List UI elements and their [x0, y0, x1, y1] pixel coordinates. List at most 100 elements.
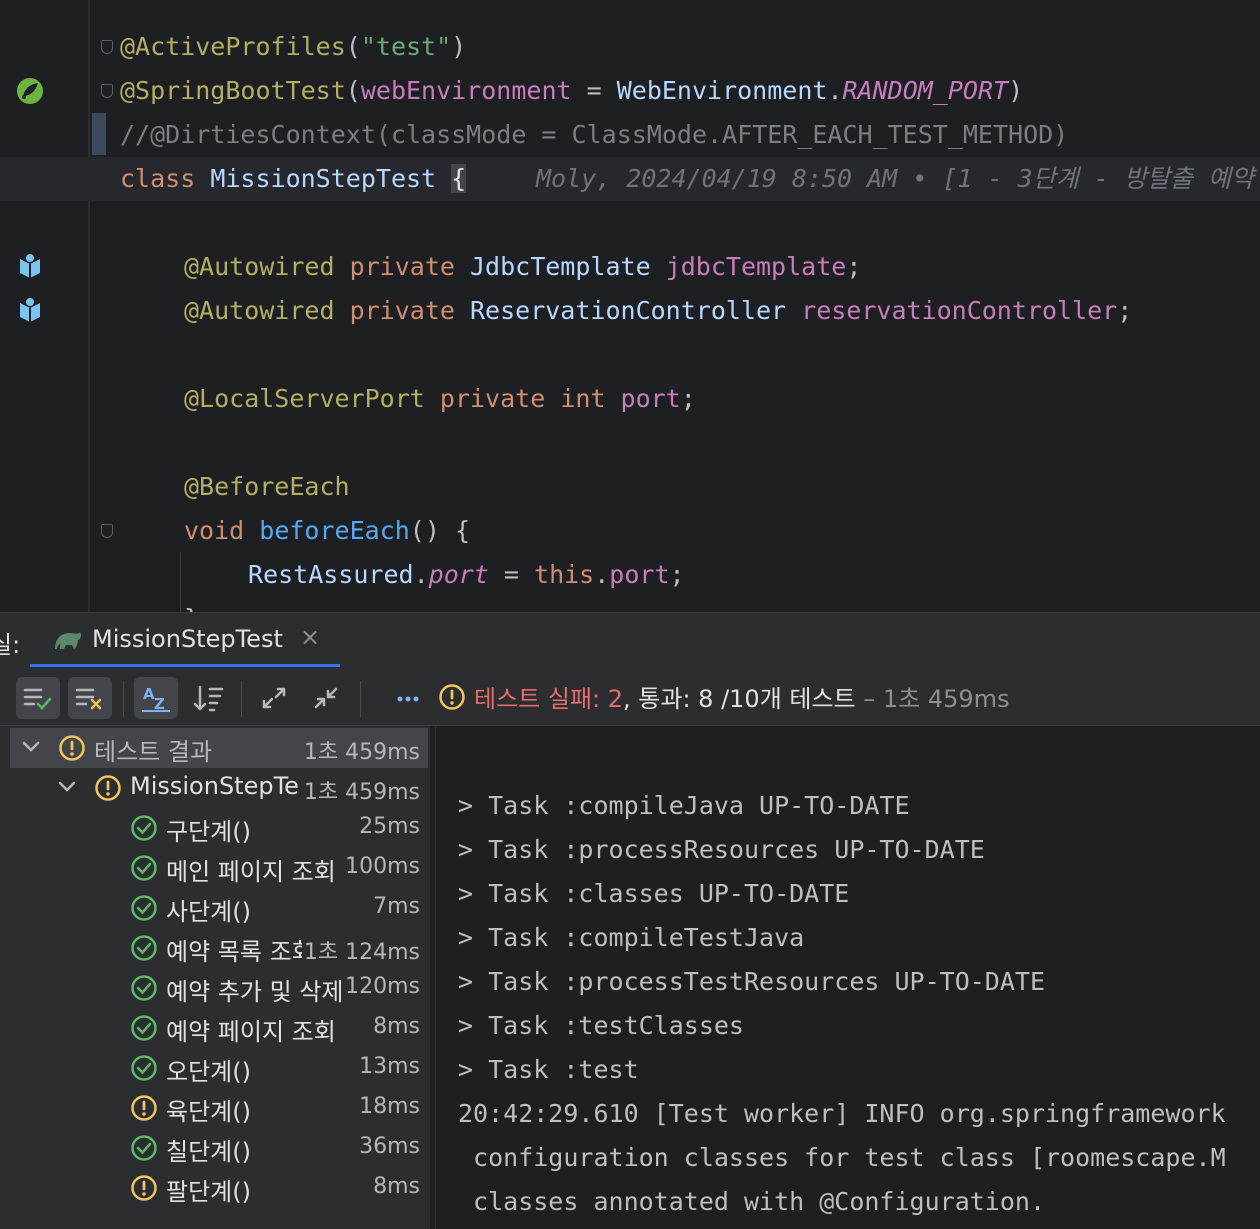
keyword: this	[534, 560, 595, 589]
test-warning-icon	[95, 775, 121, 801]
chevron-down-icon[interactable]	[54, 774, 80, 800]
code-line[interactable]: void beforeEach() {	[0, 509, 1260, 553]
test-passed-icon	[131, 1135, 157, 1161]
code-line[interactable]: @LocalServerPort private int port;	[0, 377, 1260, 421]
test-passed-icon	[131, 895, 157, 921]
warning-icon	[439, 684, 465, 710]
field-name: reservationController	[801, 296, 1118, 325]
tool-window-title: 실:	[0, 631, 21, 659]
test-passed-icon	[131, 855, 157, 881]
failed-count: 테스트 실패: 2	[474, 685, 624, 713]
paren: )	[1008, 76, 1024, 105]
test-row[interactable]: 육단계() 18ms	[10, 1088, 428, 1128]
method-name: beforeEach	[259, 516, 410, 545]
test-results-tree[interactable]: 테스트 결과1초 459msMissionStepTest1초 459ms구단계…	[10, 728, 428, 1229]
collapse-icon	[314, 687, 338, 709]
test-name: MissionStepTest	[130, 772, 300, 800]
test-passed-icon	[131, 935, 157, 961]
test-row[interactable]: 사단계() 7ms	[10, 888, 428, 928]
code-line[interactable]: @ActiveProfiles("test")	[0, 25, 1260, 69]
test-row[interactable]: 구단계() 25ms	[10, 808, 428, 848]
console-line: configuration classes for test class [ro…	[458, 1143, 1226, 1172]
more-icon	[397, 696, 419, 702]
method-signature: () {	[409, 516, 471, 545]
code-line[interactable]: @SpringBootTest(webEnvironment = WebEnvi…	[0, 69, 1260, 113]
tree-class-row[interactable]: MissionStepTest1초 459ms	[10, 768, 428, 808]
field-name: port	[620, 384, 681, 413]
keyword: void	[184, 516, 245, 545]
show-ignored-button[interactable]	[68, 677, 112, 719]
keyword: private	[439, 384, 546, 413]
brace: }	[184, 597, 199, 612]
annotation: @LocalServerPort	[184, 384, 425, 413]
dot: .	[594, 560, 610, 589]
semicolon: ;	[846, 252, 862, 281]
test-passed-icon	[131, 1055, 157, 1081]
code-line[interactable]: @Autowired private JdbcTemplate jdbcTemp…	[0, 245, 1260, 289]
show-passed-button[interactable]	[16, 677, 60, 719]
test-duration: 1초 124ms	[301, 934, 420, 966]
static-field: port	[428, 560, 489, 589]
test-row[interactable]: 예약 목록 조회 1초 124ms	[10, 928, 428, 968]
test-name: 팔단계()	[166, 1178, 251, 1206]
console-line: > Task :compileJava UP-TO-DATE	[458, 791, 910, 820]
test-row[interactable]: 오단계() 13ms	[10, 1048, 428, 1088]
sort-alphabetically-button[interactable]: A Z	[134, 677, 178, 719]
run-tool-window[interactable]: 실: MissionStepTest × A Z 테스트 실패: 2, 통과: …	[0, 612, 1260, 1229]
panel-splitter[interactable]	[430, 726, 435, 1229]
constant: RANDOM_PORT	[842, 76, 1009, 105]
more-options-button[interactable]	[386, 677, 430, 719]
test-row[interactable]: 칠단계() 36ms	[10, 1128, 428, 1168]
tab-active-indicator	[30, 664, 340, 667]
expand-icon	[262, 687, 286, 709]
dot: .	[413, 560, 429, 589]
code-line[interactable]: //@DirtiesContext(classMode = ClassMode.…	[0, 113, 1260, 157]
code-line[interactable]: }	[0, 597, 1260, 612]
paren: (	[345, 76, 361, 105]
sort-az-icon: A Z	[142, 685, 170, 713]
console-line: classes annotated with @Configuration.	[458, 1187, 1045, 1216]
console-line: > Task :testClasses	[458, 1011, 744, 1040]
test-toolbar: A Z 테스트 실패: 2, 통과: 8 /10개 테스트 – 1초 459ms	[0, 669, 1260, 726]
keyword: private	[349, 296, 455, 325]
code-line[interactable]: @BeforeEach	[0, 465, 1260, 509]
test-name: 예약 목록 조회	[166, 938, 314, 966]
test-row[interactable]: 팔단계() 8ms	[10, 1168, 428, 1208]
test-name: 사단계()	[166, 898, 251, 926]
show-passed-icon	[23, 688, 52, 710]
console-line: > Task :processTestResources UP-TO-DATE	[458, 967, 1045, 996]
test-warning-icon	[131, 1095, 157, 1121]
console-output[interactable]: > Task :compileJava UP-TO-DATE > Task :pr…	[436, 726, 1260, 1229]
close-icon[interactable]: ×	[300, 623, 320, 651]
code-line-current[interactable]: class MissionStepTest { Moly, 2024/04/19…	[0, 157, 1260, 201]
class-ref: RestAssured	[248, 560, 414, 589]
test-duration: 18ms	[357, 1094, 420, 1119]
test-duration: 100ms	[343, 854, 420, 879]
test-name: 오단계()	[166, 1058, 251, 1086]
test-status-summary: 테스트 실패: 2, 통과: 8 /10개 테스트 – 1초 459ms	[474, 679, 1010, 714]
dot: .	[827, 76, 843, 105]
collapse-all-button[interactable]	[304, 677, 348, 719]
operator: =	[571, 76, 617, 105]
test-row[interactable]: 예약 페이지 조회 8ms	[10, 1008, 428, 1048]
test-row[interactable]: 메인 페이지 조회 100ms	[10, 848, 428, 888]
expand-all-button[interactable]	[252, 677, 296, 719]
code-line[interactable]: RestAssured.port = this.port;	[0, 553, 1260, 597]
operator: =	[488, 560, 535, 589]
annotation: @Autowired	[184, 296, 335, 325]
separator: ,	[623, 685, 639, 713]
annotation: @BeforeEach	[184, 472, 350, 501]
sort-by-duration-button[interactable]	[186, 677, 230, 719]
test-duration: 8ms	[371, 1174, 420, 1199]
git-blame-hint[interactable]: Moly, 2024/04/19 8:50 AM • [1 - 3단계 - 방탈…	[536, 157, 1254, 201]
code-editor[interactable]: @ActiveProfiles("test") @SpringBootTest(…	[0, 0, 1260, 612]
semicolon: ;	[680, 384, 696, 413]
code-line[interactable]: @Autowired private ReservationController…	[0, 289, 1260, 333]
type-name: JdbcTemplate	[470, 252, 651, 281]
tree-root-row[interactable]: 테스트 결과 1초 459ms	[10, 728, 428, 768]
gradle-icon	[55, 632, 82, 649]
chevron-down-icon[interactable]	[18, 734, 44, 760]
test-row[interactable]: 예약 추가 및 삭제 120ms	[10, 968, 428, 1008]
tab-mission-step-test[interactable]: MissionStepTest ×	[30, 613, 340, 667]
console-line: 20:42:29.633 [Test worker] INFO org.spri…	[458, 1224, 1226, 1229]
